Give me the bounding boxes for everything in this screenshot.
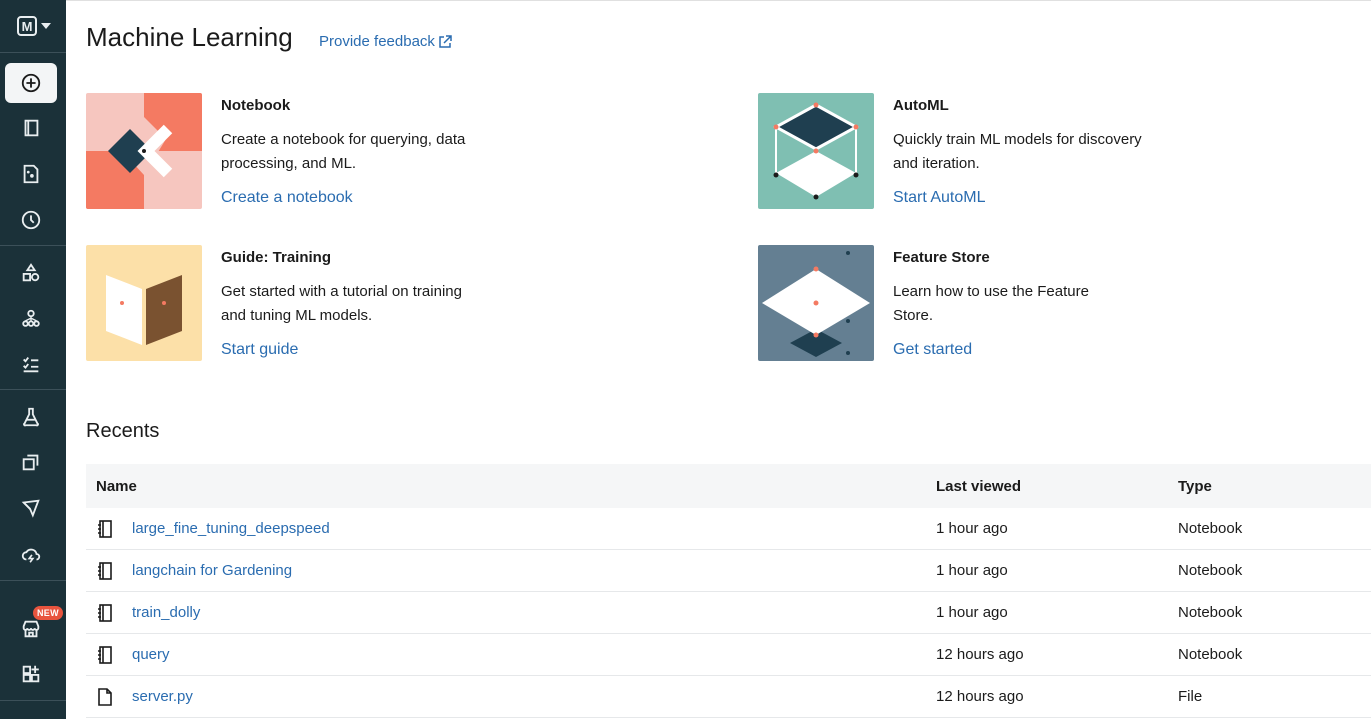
repos-icon bbox=[23, 164, 39, 184]
top-border bbox=[66, 0, 1371, 1]
notebook-icon bbox=[96, 603, 114, 622]
card-title-guide: Guide: Training bbox=[221, 249, 332, 266]
sidebar-item-features[interactable] bbox=[5, 442, 57, 482]
card-desc-feature-store: Learn how to use the Feature Store. bbox=[893, 283, 1089, 324]
column-last-viewed[interactable]: Last viewed bbox=[936, 478, 1178, 495]
sidebar-item-repos[interactable] bbox=[5, 154, 57, 194]
start-automl-link[interactable]: Start AutoML bbox=[893, 189, 986, 207]
create-notebook-link[interactable]: Create a notebook bbox=[221, 189, 353, 207]
start-guide-link[interactable]: Start guide bbox=[221, 341, 298, 359]
recents-table: Name Last viewed Type large_fine_tuning_… bbox=[86, 464, 1371, 718]
last-viewed-cell: 1 hour ago bbox=[936, 562, 1008, 579]
workspace-logo-icon: M bbox=[17, 16, 37, 36]
flask-icon bbox=[23, 407, 39, 427]
recent-item-link[interactable]: server.py bbox=[132, 688, 193, 705]
plus-circle-icon bbox=[21, 73, 41, 93]
table-row[interactable]: server.py 12 hours ago File bbox=[86, 676, 1371, 718]
last-viewed-cell: 1 hour ago bbox=[936, 604, 1008, 621]
card-title-notebook: Notebook bbox=[221, 97, 291, 114]
sidebar-item-workspace[interactable] bbox=[5, 108, 57, 148]
card-title-feature-store: Feature Store bbox=[893, 249, 990, 266]
recent-item-link[interactable]: query bbox=[132, 646, 170, 663]
clock-icon bbox=[21, 210, 41, 230]
type-cell: Notebook bbox=[1178, 604, 1243, 621]
notebook-icon bbox=[96, 519, 114, 538]
notebook-icon bbox=[24, 119, 39, 137]
recent-item-link[interactable]: langchain for Gardening bbox=[132, 562, 292, 579]
models-icon bbox=[21, 499, 40, 518]
shapes-icon bbox=[22, 263, 40, 282]
sidebar-item-catalog[interactable] bbox=[5, 253, 57, 293]
table-row[interactable]: train_dolly 1 hour ago Notebook bbox=[86, 592, 1371, 634]
file-icon bbox=[96, 687, 114, 706]
layers-icon bbox=[22, 454, 39, 471]
automl-illustration bbox=[758, 93, 874, 209]
table-header: Name Last viewed Type bbox=[86, 464, 1371, 508]
card-desc-guide: Get started with a tutorial on training … bbox=[221, 283, 462, 324]
sidebar: M NEW bbox=[0, 0, 66, 719]
card-desc-automl: Quickly train ML models for discovery an… bbox=[893, 131, 1142, 172]
workflows-icon bbox=[22, 309, 40, 327]
get-started-link[interactable]: Get started bbox=[893, 341, 972, 359]
sidebar-item-recents[interactable] bbox=[5, 200, 57, 240]
external-link-icon bbox=[439, 34, 452, 48]
notebook-icon bbox=[96, 645, 114, 664]
sidebar-item-tasks[interactable] bbox=[5, 344, 57, 384]
guide-training-illustration bbox=[86, 245, 202, 361]
sidebar-item-experiments[interactable] bbox=[5, 397, 57, 437]
sidebar-item-workflows[interactable] bbox=[5, 299, 57, 339]
last-viewed-cell: 1 hour ago bbox=[936, 520, 1008, 537]
notebook-icon bbox=[96, 561, 114, 580]
type-cell: Notebook bbox=[1178, 520, 1243, 537]
recent-item-link[interactable]: train_dolly bbox=[132, 604, 200, 621]
feature-store-illustration bbox=[758, 245, 874, 361]
page-title: Machine Learning bbox=[86, 22, 293, 52]
notebook-illustration bbox=[86, 93, 202, 209]
partner-connect-icon bbox=[22, 665, 40, 683]
type-cell: Notebook bbox=[1178, 562, 1243, 579]
column-name[interactable]: Name bbox=[86, 478, 936, 495]
chevron-down-icon bbox=[41, 23, 51, 29]
card-title-automl: AutoML bbox=[893, 97, 949, 114]
new-badge: NEW bbox=[33, 606, 63, 620]
table-row[interactable]: langchain for Gardening 1 hour ago Noteb… bbox=[86, 550, 1371, 592]
column-type[interactable]: Type bbox=[1178, 478, 1368, 495]
sidebar-item-partner-connect[interactable] bbox=[5, 654, 57, 694]
card-desc-notebook: Create a notebook for querying, data pro… bbox=[221, 131, 466, 172]
last-viewed-cell: 12 hours ago bbox=[936, 688, 1024, 705]
recents-heading: Recents bbox=[86, 420, 160, 442]
type-cell: Notebook bbox=[1178, 646, 1243, 663]
checklist-icon bbox=[23, 357, 39, 373]
workspace-switcher[interactable]: M bbox=[17, 16, 51, 36]
recent-item-link[interactable]: large_fine_tuning_deepspeed bbox=[132, 520, 330, 537]
table-row[interactable]: query 12 hours ago Notebook bbox=[86, 634, 1371, 676]
sidebar-item-models[interactable] bbox=[5, 488, 57, 528]
feedback-label: Provide feedback bbox=[319, 33, 435, 50]
sidebar-item-serving[interactable] bbox=[5, 534, 57, 574]
sidebar-item-new[interactable] bbox=[5, 63, 57, 103]
provide-feedback-link[interactable]: Provide feedback bbox=[319, 33, 452, 50]
cloud-serving-icon bbox=[21, 548, 41, 563]
store-icon bbox=[22, 620, 40, 638]
last-viewed-cell: 12 hours ago bbox=[936, 646, 1024, 663]
type-cell: File bbox=[1178, 688, 1203, 705]
table-row[interactable]: large_fine_tuning_deepspeed 1 hour ago N… bbox=[86, 508, 1371, 550]
